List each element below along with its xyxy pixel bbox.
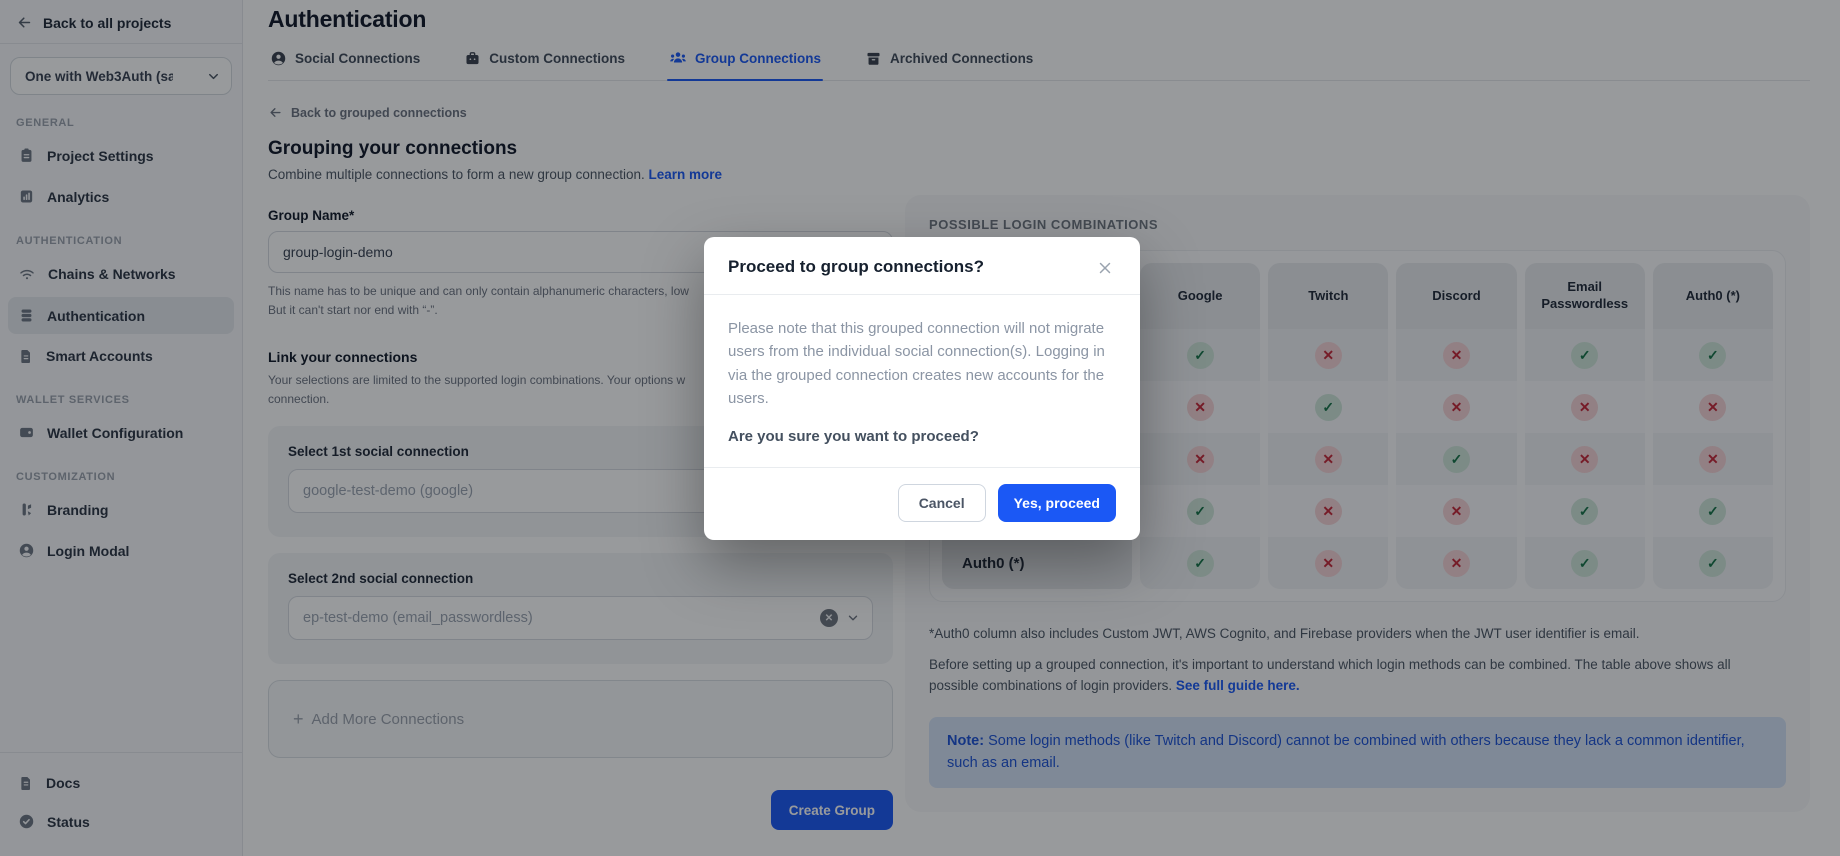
proceed-dialog: Proceed to group connections? Please not… [704, 237, 1140, 540]
dialog-header: Proceed to group connections? [704, 237, 1140, 294]
close-icon[interactable] [1094, 257, 1116, 279]
confirm-button[interactable]: Yes, proceed [998, 484, 1116, 522]
cancel-button[interactable]: Cancel [898, 484, 986, 522]
dialog-message: Please note that this grouped connection… [728, 317, 1116, 410]
dialog-title: Proceed to group connections? [728, 257, 984, 277]
dialog-question: Are you sure you want to proceed? [728, 428, 1116, 445]
dialog-body: Please note that this grouped connection… [704, 294, 1140, 468]
dialog-footer: Cancel Yes, proceed [704, 468, 1140, 540]
